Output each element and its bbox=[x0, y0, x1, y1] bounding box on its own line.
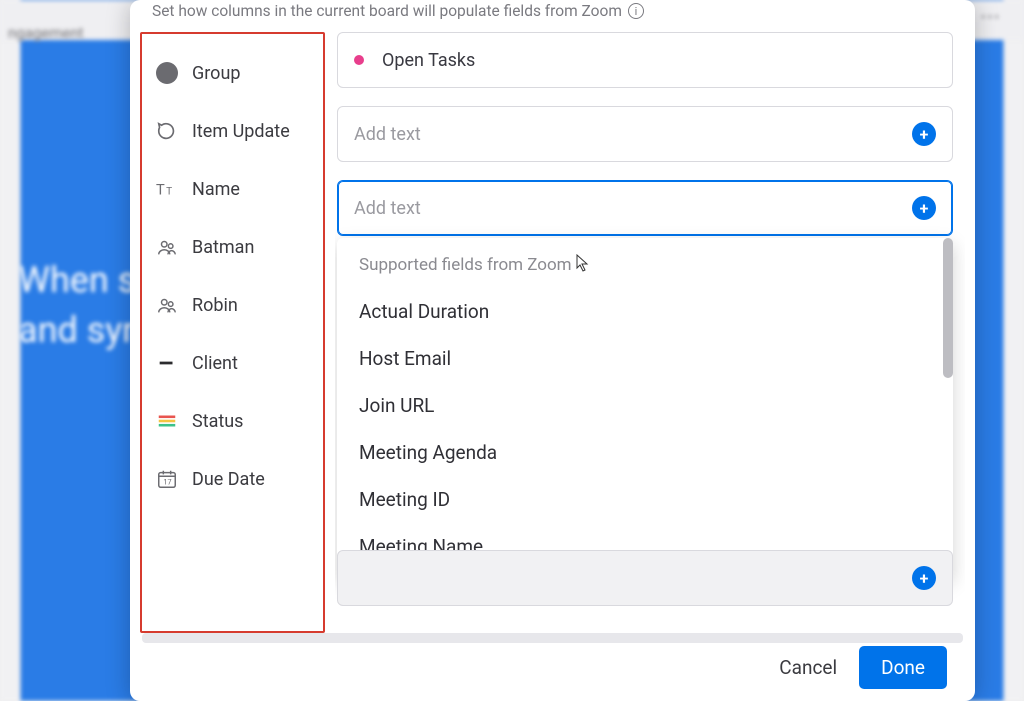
field-mapping-modal: Set how columns in the current board wil… bbox=[130, 0, 975, 701]
zoom-fields-dropdown: Supported fields from Zoom Actual Durati… bbox=[337, 238, 953, 578]
group-dot-icon bbox=[156, 62, 178, 84]
dropdown-scrollbar[interactable] bbox=[943, 238, 953, 378]
svg-text:17: 17 bbox=[163, 478, 171, 487]
dropdown-item-host-email[interactable]: Host Email bbox=[337, 335, 953, 382]
sidebar-item-label: Status bbox=[192, 411, 243, 432]
people-icon bbox=[156, 294, 178, 316]
item-update-field-box[interactable]: Add text + bbox=[337, 106, 953, 162]
background-slide-text: When s and syn bbox=[18, 255, 142, 356]
calendar-icon: 17 bbox=[156, 468, 178, 490]
sidebar-item-label: Robin bbox=[192, 295, 238, 316]
sidebar-item-client[interactable]: Client bbox=[150, 334, 317, 392]
info-icon[interactable]: i bbox=[628, 3, 644, 19]
sidebar-item-label: Group bbox=[192, 63, 240, 84]
add-button[interactable]: + bbox=[912, 566, 936, 590]
dropdown-item-meeting-agenda[interactable]: Meeting Agenda bbox=[337, 429, 953, 476]
sidebar-item-label: Batman bbox=[192, 237, 254, 258]
cancel-button[interactable]: Cancel bbox=[779, 656, 837, 679]
text-type-icon: TT bbox=[156, 178, 178, 200]
modal-header-text: Set how columns in the current board wil… bbox=[152, 2, 622, 20]
sidebar-item-label: Name bbox=[192, 179, 240, 200]
cursor-icon bbox=[576, 254, 590, 276]
dropdown-item-join-url[interactable]: Join URL bbox=[337, 382, 953, 429]
sidebar-item-label: Client bbox=[192, 353, 238, 374]
add-button[interactable]: + bbox=[912, 196, 936, 220]
sidebar-item-label: Due Date bbox=[192, 469, 265, 490]
background-top-label: ngagement bbox=[8, 24, 84, 42]
svg-text:T: T bbox=[166, 187, 172, 198]
modal-action-bar: Cancel Done bbox=[130, 643, 975, 701]
sidebar-item-batman[interactable]: Batman bbox=[150, 218, 317, 276]
sidebar-item-item-update[interactable]: Item Update bbox=[150, 102, 317, 160]
name-field-box[interactable]: Add text + bbox=[337, 180, 953, 236]
minus-icon bbox=[156, 352, 178, 374]
people-icon bbox=[156, 236, 178, 258]
status-lines-icon bbox=[156, 410, 178, 432]
dropdown-item-actual-duration[interactable]: Actual Duration bbox=[337, 288, 953, 335]
dropdown-item-meeting-id[interactable]: Meeting ID bbox=[337, 476, 953, 523]
bottom-divider bbox=[142, 633, 963, 643]
group-color-dot-icon bbox=[354, 55, 364, 65]
more-icon: ⋯ bbox=[980, 4, 1000, 29]
sidebar-item-robin[interactable]: Robin bbox=[150, 276, 317, 334]
field-mapping-main: Open Tasks Add text + Add text + Support… bbox=[335, 32, 965, 633]
column-list-sidebar: Group Item Update TT Name Batman bbox=[140, 32, 325, 633]
group-field-box[interactable]: Open Tasks bbox=[337, 32, 953, 88]
sidebar-item-label: Item Update bbox=[192, 121, 290, 142]
add-button[interactable]: + bbox=[912, 122, 936, 146]
svg-text:T: T bbox=[156, 181, 165, 199]
modal-header: Set how columns in the current board wil… bbox=[130, 0, 975, 26]
done-button[interactable]: Done bbox=[859, 646, 947, 689]
sidebar-item-group[interactable]: Group bbox=[150, 44, 317, 102]
sidebar-item-status[interactable]: Status bbox=[150, 392, 317, 450]
item-update-placeholder: Add text bbox=[354, 124, 912, 145]
lower-add-field-box[interactable]: + bbox=[337, 550, 953, 606]
sidebar-item-due-date[interactable]: 17 Due Date bbox=[150, 450, 317, 508]
group-field-value: Open Tasks bbox=[382, 50, 475, 71]
dropdown-header: Supported fields from Zoom bbox=[337, 252, 953, 288]
name-placeholder: Add text bbox=[354, 198, 912, 219]
chat-icon bbox=[156, 120, 178, 142]
sidebar-item-name[interactable]: TT Name bbox=[150, 160, 317, 218]
